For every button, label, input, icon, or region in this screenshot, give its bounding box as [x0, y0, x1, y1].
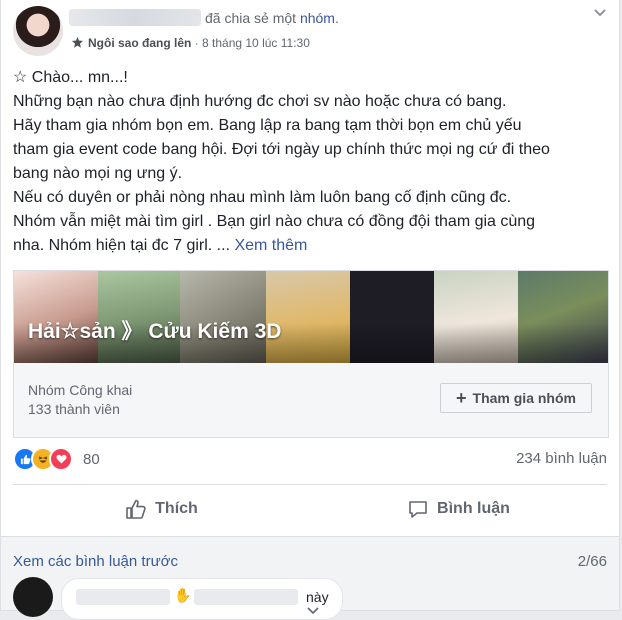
post-line: Nếu có duyên or phải nòng nhau mình làm …	[13, 189, 512, 206]
post-author-line: đã chia sẻ một nhóm.	[69, 9, 339, 26]
group-info: Nhóm Công khai 133 thành viên + Tham gia…	[14, 363, 608, 437]
post-line-last: nha. Nhóm hiện tại đc 7 girl. ... Xem th…	[13, 234, 609, 258]
post-line: Nhóm vẫn miệt mài tìm girl . Bạn girl nà…	[13, 213, 536, 230]
commenter-avatar[interactable]	[13, 577, 53, 617]
commenter-name-redacted[interactable]	[76, 589, 170, 605]
reaction-count[interactable]: 80	[83, 451, 100, 468]
shared-period: .	[334, 10, 339, 26]
tagged-name-redacted[interactable]	[194, 589, 298, 605]
plus-icon: +	[456, 387, 467, 408]
post-line: bang nào mọi ng ưng ý.	[13, 165, 183, 182]
meta-separator: ·	[191, 36, 203, 50]
divider	[13, 484, 607, 485]
group-cover-photo[interactable]: Hải☆sản 》 Cửu Kiếm 3D	[14, 271, 608, 363]
group-attachment[interactable]: Hải☆sản 》 Cửu Kiếm 3D Nhóm Công khai 133…	[13, 270, 609, 438]
like-label: Thích	[155, 500, 198, 517]
comment-bubble-icon	[409, 501, 427, 518]
post-card: đã chia sẻ một nhóm. Ngôi sao đang lên ·…	[0, 0, 620, 620]
rising-star-badge-icon	[71, 36, 84, 48]
comment-bubble: ✋ này	[61, 578, 343, 620]
author-name-redacted[interactable]	[69, 9, 201, 26]
post-line: nha. Nhóm hiện tại đc 7 girl. ...	[13, 237, 230, 254]
view-previous-comments-link[interactable]: Xem các bình luận trước	[13, 553, 178, 570]
group-cover-title[interactable]: Hải☆sản 》 Cửu Kiếm 3D	[28, 315, 281, 345]
post-line: tham gia event code bang hội. Đợi tới ng…	[13, 141, 550, 158]
post-header: đã chia sẻ một nhóm. Ngôi sao đang lên ·…	[13, 6, 607, 58]
shared-text: đã chia sẻ một	[205, 10, 297, 26]
join-group-label: Tham gia nhóm	[472, 390, 576, 406]
see-more-link[interactable]: Xem thêm	[234, 237, 307, 254]
post-timestamp[interactable]: 8 tháng 10 lúc 11:30	[202, 36, 310, 50]
group-link[interactable]: nhóm	[300, 10, 335, 26]
comments-section: Xem các bình luận trước 2/66 ✋ này	[1, 536, 619, 620]
wave-icon: ✋	[174, 587, 192, 603]
post-line: ☆ Chào... mn...!	[13, 69, 128, 86]
comment-button[interactable]: Bình luận	[310, 490, 607, 528]
chevron-down-icon[interactable]	[593, 8, 607, 18]
member-badge[interactable]: Ngôi sao đang lên	[88, 36, 191, 50]
post-meta: Ngôi sao đang lên · 8 tháng 10 lúc 11:30	[71, 36, 310, 50]
post-body: ☆ Chào... mn...! Những bạn nào chưa định…	[13, 66, 609, 258]
comment-text: này	[306, 589, 329, 605]
comments-pager: 2/66	[577, 553, 607, 570]
reactions-summary[interactable]: 80	[13, 446, 100, 472]
post-line: Những bạn nào chưa định hướng đc chơi sv…	[13, 93, 507, 110]
comment-label: Bình luận	[437, 500, 510, 517]
comment-count[interactable]: 234 bình luận	[516, 450, 607, 467]
author-avatar[interactable]	[13, 6, 63, 56]
group-member-count: 133 thành viên	[28, 401, 120, 417]
join-group-button[interactable]: + Tham gia nhóm	[440, 383, 592, 413]
post-actions: Thích Bình luận	[13, 490, 607, 528]
chevron-down-icon[interactable]	[306, 607, 320, 615]
group-type: Nhóm Công khai	[28, 382, 133, 398]
thumbs-up-icon	[126, 499, 146, 519]
like-button[interactable]: Thích	[13, 490, 310, 528]
post-line: Hãy tham gia nhóm bọn em. Bang lập ra ba…	[13, 117, 522, 134]
love-reaction-icon	[49, 447, 73, 471]
